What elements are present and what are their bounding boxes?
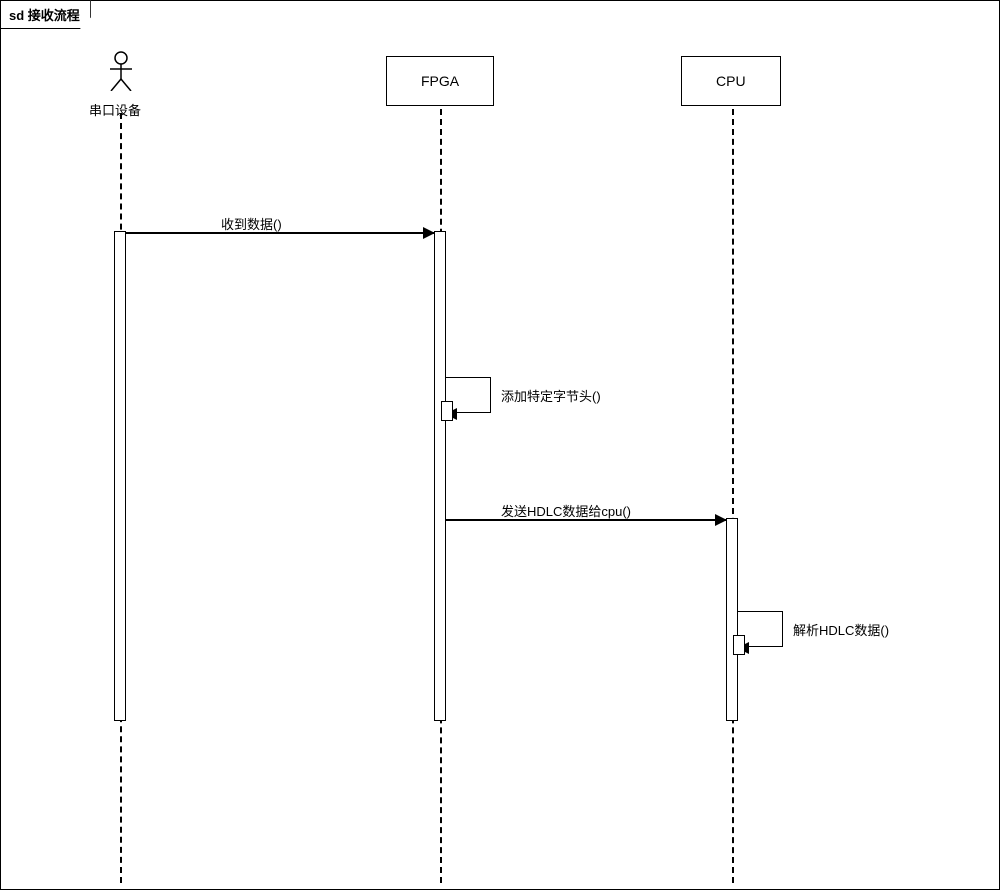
- actor-label: 串口设备: [89, 100, 129, 119]
- lifeline-cpu: [732, 109, 734, 883]
- diagram-content: 串口设备 FPGA CPU 收到数据() 添加特定字节头() 发送HD: [1, 1, 999, 889]
- arrow-receive-data: [126, 232, 434, 234]
- activation-actor: [114, 231, 126, 721]
- msg-label-add-header: 添加特定字节头(): [501, 386, 601, 405]
- activation-cpu: [726, 518, 738, 721]
- sequence-diagram-frame: sd 接收流程 串口设备 FPGA CPU: [0, 0, 1000, 890]
- arrowhead-icon: [715, 514, 727, 526]
- actor-icon: [101, 51, 141, 96]
- msg-label-send-hdlc: 发送HDLC数据给cpu(): [501, 501, 631, 520]
- cpu-label: CPU: [716, 73, 746, 89]
- msg-label-parse-hdlc: 解析HDLC数据(): [793, 620, 889, 639]
- participant-cpu: CPU: [681, 56, 781, 106]
- fpga-label: FPGA: [421, 73, 459, 89]
- actor-serial-device: 串口设备: [101, 51, 141, 119]
- activation-cpu-self: [733, 635, 745, 655]
- participant-fpga: FPGA: [386, 56, 494, 106]
- activation-fpga: [434, 231, 446, 721]
- activation-fpga-self: [441, 401, 453, 421]
- arrowhead-icon: [423, 227, 435, 239]
- msg-label-receive-data: 收到数据(): [221, 214, 282, 233]
- arrow-send-hdlc: [446, 519, 726, 521]
